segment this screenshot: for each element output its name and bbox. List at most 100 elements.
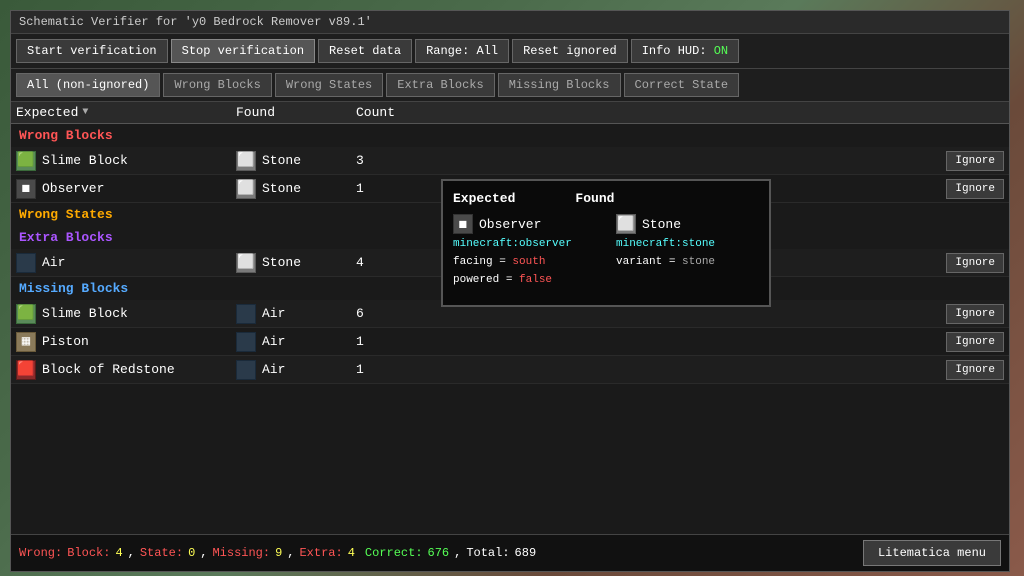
tooltip-found-block-name: Stone [642, 217, 681, 232]
powered-eq: = [506, 274, 519, 286]
ignore-button[interactable]: Ignore [946, 179, 1004, 199]
facing-value: south [512, 256, 545, 268]
tab-all[interactable]: All (non-ignored) [16, 73, 160, 97]
total-value: 689 [515, 546, 537, 560]
tooltip-found-id: minecraft:stone [616, 238, 759, 250]
slime-block-icon: 🟩 [16, 304, 36, 324]
found-block-name: Air [262, 306, 285, 321]
wrong-label: Wrong: [19, 546, 62, 560]
info-hud-status: ON [714, 44, 728, 58]
expected-block-name: Air [42, 255, 65, 270]
expected-block-name: Block of Redstone [42, 362, 175, 377]
stone-icon: ⬜ [236, 253, 256, 273]
block-value: 4 [115, 546, 122, 560]
state-label: State: [140, 546, 183, 560]
info-hud-button[interactable]: Info HUD: ON [631, 39, 739, 63]
tab-extra-blocks[interactable]: Extra Blocks [386, 73, 494, 97]
cell-ignore: Ignore [946, 253, 1004, 273]
cell-expected: 🟥 Block of Redstone [16, 360, 236, 380]
tooltip-found-label: Found [575, 191, 614, 206]
air-icon [16, 253, 36, 273]
sort-arrow-icon: ▼ [82, 107, 88, 118]
comma2: , [200, 546, 207, 560]
air-icon [236, 332, 256, 352]
table-header: Expected ▼ Found Count [11, 102, 1009, 124]
stone-tooltip-icon: ⬜ [616, 214, 636, 234]
cell-expected: 🟩 Slime Block [16, 151, 236, 171]
ignore-button[interactable]: Ignore [946, 253, 1004, 273]
col-header-count: Count [356, 105, 436, 120]
reset-data-button[interactable]: Reset data [318, 39, 412, 63]
start-verification-button[interactable]: Start verification [16, 39, 168, 63]
schematic-verifier-panel: Schematic Verifier for 'y0 Bedrock Remov… [10, 10, 1010, 572]
found-block-name: Stone [262, 255, 301, 270]
cell-count: 1 [356, 362, 436, 377]
stop-verification-button[interactable]: Stop verification [171, 39, 315, 63]
tooltip-found-col: ⬜ Stone minecraft:stone variant = stone [616, 214, 759, 289]
range-all-button[interactable]: Range: All [415, 39, 509, 63]
powered-key: powered [453, 274, 499, 286]
expected-header-label: Expected [16, 105, 78, 120]
correct-value: 676 [428, 546, 450, 560]
tooltip-expected-block-name: Observer [479, 217, 541, 232]
piston-icon: ▦ [16, 332, 36, 352]
expected-block-name: Slime Block [42, 306, 128, 321]
found-block-name: Stone [262, 153, 301, 168]
cell-ignore: Ignore [946, 151, 1004, 171]
stone-icon: ⬜ [236, 151, 256, 171]
cell-found: ⬜ Stone [236, 179, 356, 199]
tab-missing-blocks[interactable]: Missing Blocks [498, 73, 621, 97]
comma1: , [128, 546, 135, 560]
filter-tabs: All (non-ignored) Wrong Blocks Wrong Sta… [11, 69, 1009, 102]
content-area[interactable]: Wrong Blocks 🟩 Slime Block ⬜ Stone 3 Ign… [11, 124, 1009, 534]
ignore-button[interactable]: Ignore [946, 304, 1004, 324]
expected-block-name: Observer [42, 181, 104, 196]
cell-count: 3 [356, 153, 436, 168]
cell-found: Air [236, 332, 356, 352]
col-header-found: Found [236, 105, 356, 120]
cell-expected: Air [16, 253, 236, 273]
cell-ignore: Ignore [946, 360, 1004, 380]
reset-ignored-button[interactable]: Reset ignored [512, 39, 628, 63]
total-label: Total: [466, 546, 509, 560]
comma3: , [287, 546, 294, 560]
cell-found: ⬜ Stone [236, 151, 356, 171]
tooltip-expected-props: facing = south powered = false [453, 254, 596, 289]
expected-block-name: Piston [42, 334, 89, 349]
cell-count: 1 [356, 181, 436, 196]
tooltip-found-block: ⬜ Stone [616, 214, 759, 234]
extra-label: Extra: [299, 546, 342, 560]
variant-key: variant [616, 256, 662, 268]
ignore-button[interactable]: Ignore [946, 151, 1004, 171]
cell-count: 4 [356, 255, 436, 270]
facing-eq: = [499, 256, 512, 268]
missing-label: Missing: [212, 546, 270, 560]
found-block-name: Air [262, 362, 285, 377]
table-row: 🟩 Slime Block ⬜ Stone 3 Ignore [11, 147, 1009, 175]
cell-ignore: Ignore [946, 179, 1004, 199]
cell-expected: ▦ Piston [16, 332, 236, 352]
cell-found: ⬜ Stone [236, 253, 356, 273]
block-label: Block: [67, 546, 110, 560]
stone-icon: ⬜ [236, 179, 256, 199]
correct-label: Correct: [365, 546, 423, 560]
tooltip-found-props: variant = stone [616, 254, 759, 272]
litematica-menu-button[interactable]: Litematica menu [863, 540, 1001, 566]
variant-value: stone [682, 256, 715, 268]
tab-correct-state[interactable]: Correct State [624, 73, 740, 97]
ignore-button[interactable]: Ignore [946, 360, 1004, 380]
status-bar: Wrong: Block: 4 , State: 0 , Missing: 9 … [11, 534, 1009, 571]
tab-wrong-states[interactable]: Wrong States [275, 73, 383, 97]
cell-count: 1 [356, 334, 436, 349]
panel-title: Schematic Verifier for 'y0 Bedrock Remov… [19, 15, 372, 29]
table-row: 🟥 Block of Redstone Air 1 Ignore [11, 356, 1009, 384]
variant-eq: = [669, 256, 682, 268]
col-header-expected[interactable]: Expected ▼ [16, 105, 236, 120]
slime-block-icon: 🟩 [16, 151, 36, 171]
comma4: , [454, 546, 461, 560]
tooltip-block-row: ◼ Observer minecraft:observer facing = s… [453, 214, 759, 289]
tooltip-expected-id: minecraft:observer [453, 238, 596, 250]
tab-wrong-blocks[interactable]: Wrong Blocks [163, 73, 271, 97]
toolbar: Start verification Stop verification Res… [11, 34, 1009, 69]
ignore-button[interactable]: Ignore [946, 332, 1004, 352]
